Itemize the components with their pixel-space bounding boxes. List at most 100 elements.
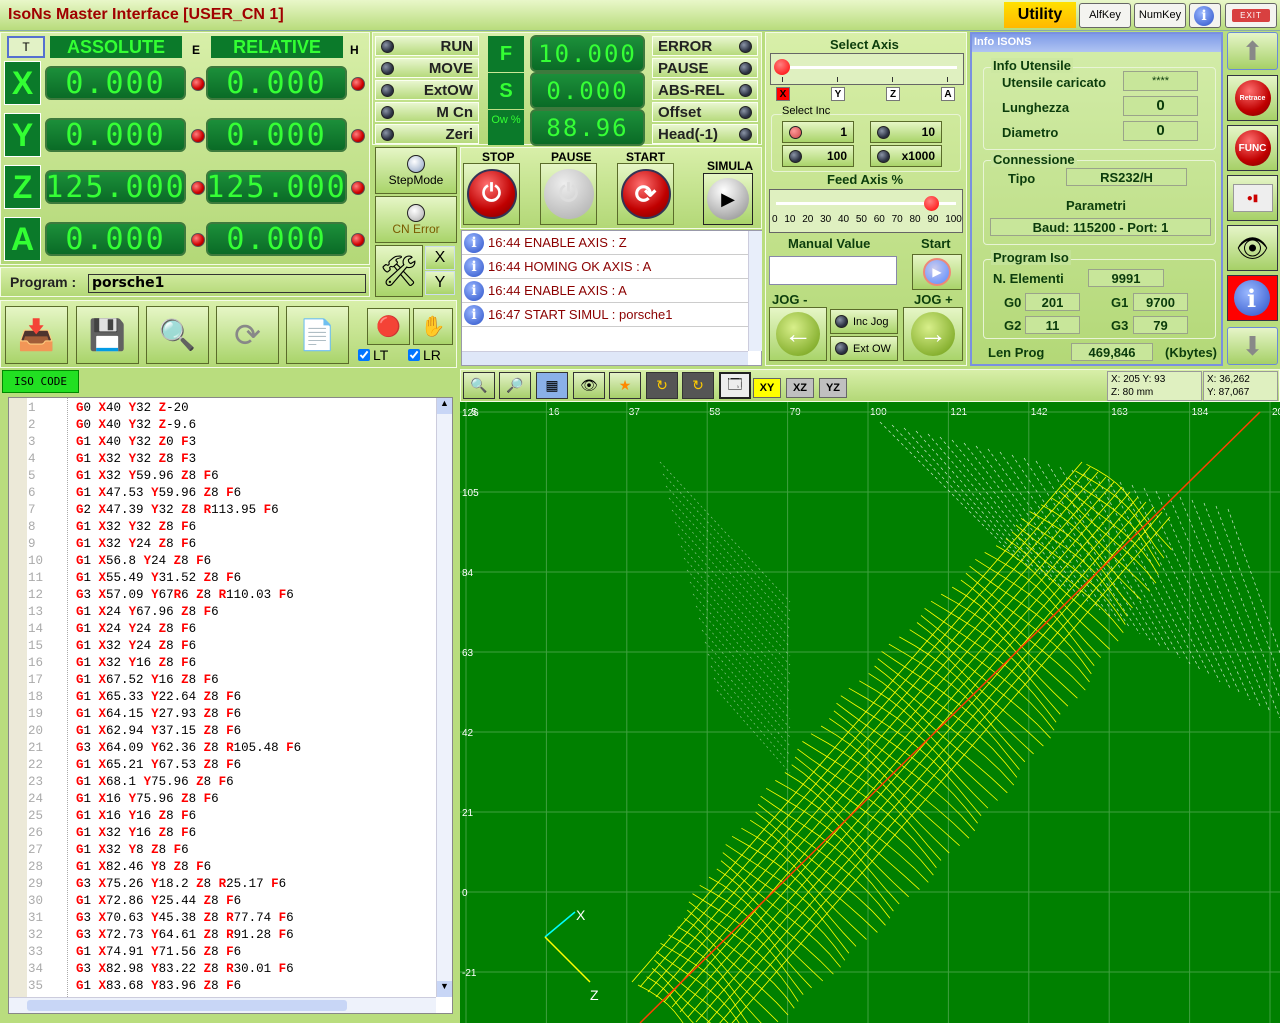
code-line[interactable]: 19 G1 X64.15 Y27.93 Z8 F6	[28, 706, 433, 723]
lt-check[interactable]	[358, 349, 370, 361]
code-line[interactable]: 27 G1 X32 Y8 Z8 F6	[28, 842, 433, 859]
code-line[interactable]: 17 G1 X67.52 Y16 Z8 F6	[28, 672, 433, 689]
y-button[interactable]: Y	[425, 271, 455, 295]
code-line[interactable]: 5 G1 X32 Y59.96 Z8 F6	[28, 468, 433, 485]
code-line[interactable]: 22 G1 X65.21 Y67.53 Z8 F6	[28, 757, 433, 774]
code-line[interactable]: 23 G1 X68.1 Y75.96 Z8 F6	[28, 774, 433, 791]
code-line[interactable]: 6 G1 X47.53 Y59.96 Z8 F6	[28, 485, 433, 502]
jog-plus-button[interactable]: →	[903, 307, 963, 361]
inc-10-button[interactable]: 10	[870, 121, 942, 143]
iso-code-tab[interactable]: ISO CODE	[2, 370, 79, 393]
log-hscrollbar[interactable]	[462, 351, 748, 365]
jog-minus-button[interactable]: ←	[769, 307, 827, 361]
retrace-button[interactable]: Retrace	[1227, 75, 1278, 121]
fit-view-button[interactable]: ▦	[536, 372, 568, 399]
code-line[interactable]: 28 G1 X82.46 Y8 Z8 F6	[28, 859, 433, 876]
code-line[interactable]: 35 G1 X83.68 Y83.96 Z8 F6	[28, 978, 433, 995]
code-line[interactable]: 16 G1 X32 Y16 Z8 F6	[28, 655, 433, 672]
code-line[interactable]: 34 G3 X82.98 Y83.22 Z8 R30.01 F6	[28, 961, 433, 978]
code-line[interactable]: 12 G3 X57.09 Y67R6 Z8 R110.03 F6	[28, 587, 433, 604]
func-button[interactable]: FUNC	[1227, 125, 1278, 171]
code-line[interactable]: 18 G1 X65.33 Y22.64 Z8 F6	[28, 689, 433, 706]
axis-option-z[interactable]: Z	[886, 87, 900, 101]
window-add-button[interactable]: 🗔	[719, 372, 751, 399]
inc-100-button[interactable]: 100	[782, 145, 854, 167]
axis-option-a[interactable]: A	[941, 87, 955, 101]
start-control[interactable]: ⟳	[617, 163, 674, 225]
refresh-button[interactable]: ⟳	[216, 306, 279, 364]
stop-control[interactable]: ⏻	[463, 163, 520, 225]
code-line[interactable]: 10 G1 X56.8 Y24 Z8 F6	[28, 553, 433, 570]
scroll-down-button[interactable]: ⬇	[1227, 327, 1278, 365]
axis-slider-thumb[interactable]	[774, 59, 790, 75]
inc-1-button[interactable]: 1	[782, 121, 854, 143]
pause-control[interactable]: ⏻	[540, 163, 597, 225]
program-field[interactable]: porsche1	[88, 274, 366, 293]
code-line[interactable]: 3 G1 X40 Y32 Z0 F3	[28, 434, 433, 451]
code-line[interactable]: 8 G1 X32 Y32 Z8 F6	[28, 519, 433, 536]
feed-slider[interactable]: 0 10 20 30 40 50 60 70 80 90 100	[769, 189, 963, 233]
log-vscrollbar[interactable]	[748, 231, 762, 351]
code-editor[interactable]: 1 G0 X40 Y32 Z-20 2 G0 X40 Y32 Z-9.6 3 G1 X40…	[8, 397, 453, 1014]
manual-start-button[interactable]: ▶	[912, 254, 962, 290]
new-file-button[interactable]: 📄	[286, 306, 349, 364]
rotate-xyz-button[interactable]: ↻	[646, 372, 678, 399]
ext-ow-button[interactable]: Ext OW	[830, 336, 898, 361]
axis-option-x[interactable]: X	[776, 87, 790, 101]
utility-button[interactable]: Utility	[1004, 2, 1076, 28]
lr-check[interactable]	[408, 349, 420, 361]
code-line[interactable]: 25 G1 X16 Y16 Z8 F6	[28, 808, 433, 825]
toolpath-viewer[interactable]: -516375879100121142163184205126105846342…	[460, 402, 1280, 1023]
scroll-up-button[interactable]: ⬆	[1227, 32, 1278, 70]
code-line[interactable]: 9 G1 X32 Y24 Z8 F6	[28, 536, 433, 553]
cn-error-button[interactable]: CN Error	[375, 196, 457, 243]
favorite-button[interactable]: ★	[609, 372, 641, 399]
load-file-button[interactable]: 📥	[5, 306, 68, 364]
code-line[interactable]: 11 G1 X55.49 Y31.52 Z8 F6	[28, 570, 433, 587]
zoom-out-button[interactable]: 🔎	[499, 372, 531, 399]
view-xz-button[interactable]: XZ	[786, 378, 814, 398]
code-line[interactable]: 20 G1 X62.94 Y37.15 Z8 F6	[28, 723, 433, 740]
inc-jog-button[interactable]: Inc Jog	[830, 309, 898, 334]
numkey-button[interactable]: NumKey	[1134, 3, 1186, 28]
axis-option-y[interactable]: Y	[831, 87, 845, 101]
axis-slider[interactable]	[770, 53, 964, 85]
zoom-in-button[interactable]: 🔍	[463, 372, 495, 399]
code-line[interactable]: 13 G1 X24 Y67.96 Z8 F6	[28, 604, 433, 621]
feed-slider-thumb[interactable]	[923, 196, 939, 211]
code-line[interactable]: 21 G3 X64.09 Y62.36 Z8 R105.48 F6	[28, 740, 433, 757]
control-panel-button[interactable]: ●▮	[1227, 175, 1278, 221]
save-button[interactable]: 💾	[76, 306, 139, 364]
code-line[interactable]: 2 G0 X40 Y32 Z-9.6	[28, 417, 433, 434]
simula-control[interactable]: ▶	[703, 173, 753, 225]
code-line[interactable]: 33 G1 X74.91 Y71.56 Z8 F6	[28, 944, 433, 961]
code-line[interactable]: 7 G2 X47.39 Y32 Z8 R113.95 F6	[28, 502, 433, 519]
view-button[interactable]: 👁	[1227, 225, 1278, 271]
code-line[interactable]: 15 G1 X32 Y24 Z8 F6	[28, 638, 433, 655]
x-button[interactable]: X	[425, 246, 455, 270]
alarm-button[interactable]: 🔴	[367, 308, 410, 345]
code-line[interactable]: 30 G1 X72.86 Y25.44 Z8 F6	[28, 893, 433, 910]
tools-button[interactable]: 🛠	[375, 245, 423, 297]
code-line[interactable]: 31 G3 X70.63 Y45.38 Z8 R77.74 F6	[28, 910, 433, 927]
rotate-c-button[interactable]: ↻	[682, 372, 714, 399]
code-line[interactable]: 32 G3 X72.73 Y64.61 Z8 R91.28 F6	[28, 927, 433, 944]
code-line[interactable]: 14 G1 X24 Y24 Z8 F6	[28, 621, 433, 638]
code-line[interactable]: 26 G1 X32 Y16 Z8 F6	[28, 825, 433, 842]
exit-button[interactable]: EXIT	[1225, 3, 1277, 28]
view-xy-button[interactable]: XY	[753, 378, 781, 398]
alfkey-button[interactable]: AlfKey	[1079, 3, 1131, 28]
info-button[interactable]: i	[1189, 3, 1221, 28]
message-log[interactable]: i 16:44 ENABLE AXIS : Z i 16:44 HOMING OK A…	[461, 230, 762, 366]
code-vscrollbar[interactable]: ▲ ▼	[436, 398, 452, 997]
lr-checkbox[interactable]: LR	[408, 347, 441, 363]
stepmode-button[interactable]: StepMode	[375, 147, 457, 194]
view-yz-button[interactable]: YZ	[819, 378, 847, 398]
show-hide-button[interactable]: 👁	[573, 372, 605, 399]
manual-value-input[interactable]	[769, 256, 897, 285]
search-button[interactable]: 🔍	[146, 306, 209, 364]
code-hscrollbar[interactable]	[9, 997, 436, 1013]
tool-button[interactable]: T	[7, 36, 45, 58]
stop-hand-button[interactable]: ✋	[413, 308, 453, 345]
info-toggle-button[interactable]: i	[1227, 275, 1278, 321]
